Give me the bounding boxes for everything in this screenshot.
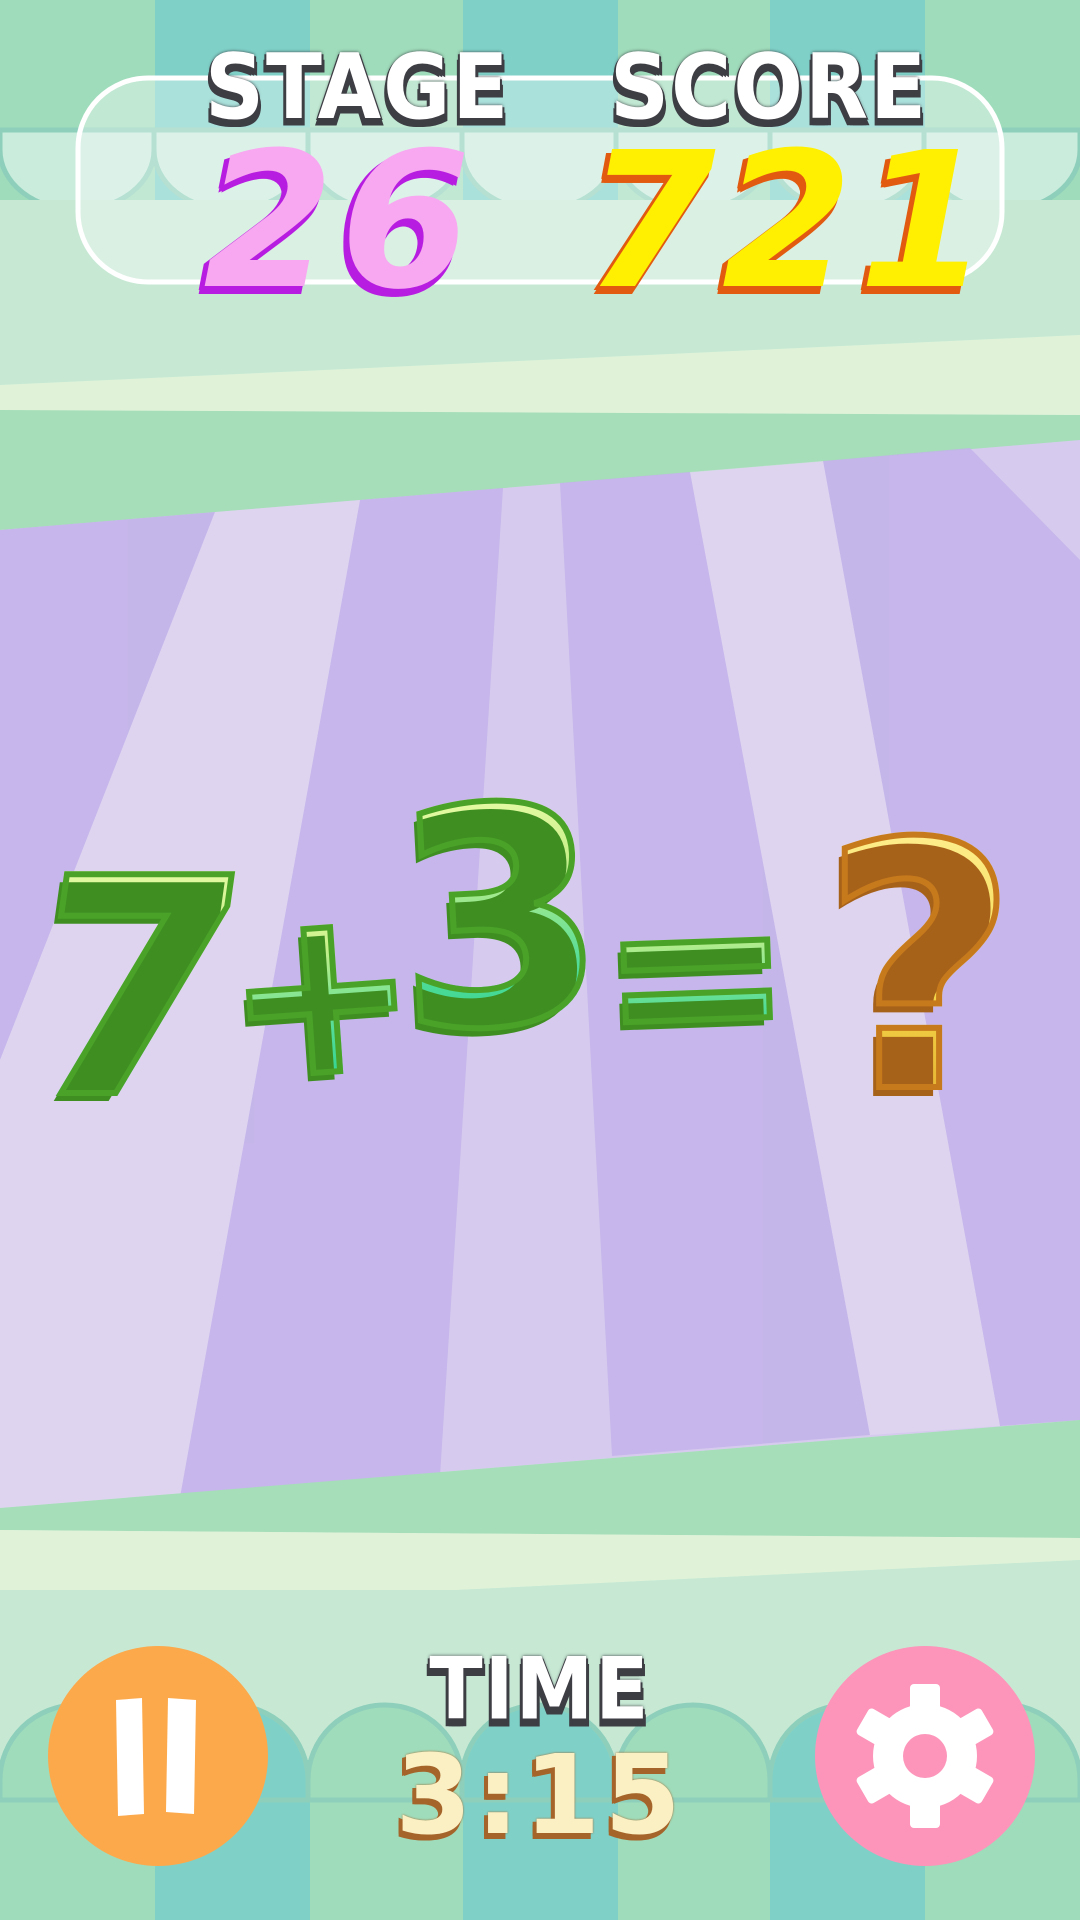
equation-equals: = (592, 834, 800, 1114)
score-value: 721 (585, 112, 996, 331)
equation-answer[interactable]: ? (790, 797, 1050, 1143)
equation-operand-2: 3 (372, 737, 627, 1102)
time-label: TIME (429, 1640, 651, 1740)
stage-value: 26 (203, 112, 477, 331)
gear-icon (856, 1684, 994, 1828)
equation-operator: + (213, 851, 430, 1137)
time-value: 3:15 (395, 1731, 685, 1859)
pause-button[interactable] (48, 1646, 268, 1866)
settings-button[interactable] (815, 1646, 1035, 1866)
pause-icon (116, 1697, 196, 1816)
